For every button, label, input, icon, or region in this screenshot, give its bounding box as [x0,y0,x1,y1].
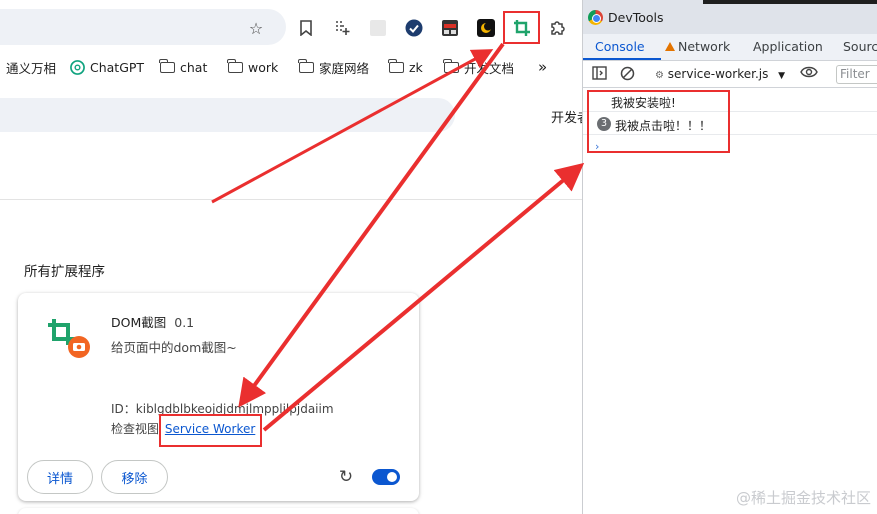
extensions-header: 开发者 [0,82,590,200]
extension-title: DOM截图 0.1 [111,312,194,331]
bookmarks-bar: 通义万相 ChatGPT chat work 家庭网络 zk 开发文档 » [0,52,582,82]
section-title: 所有扩展程序 [24,264,105,280]
warning-icon [665,42,675,51]
eye-icon[interactable] [799,66,819,82]
clear-console-icon[interactable] [619,66,635,82]
bookmark-item-zk[interactable]: zk [388,58,423,76]
inspect-views-label: 检查视图 [111,422,160,436]
devtools-tabs: Console Network Application Sources [583,34,877,61]
devtools-window: DevTools Console Network Application Sou… [582,0,877,514]
bookmark-item-dev-docs[interactable]: 开发文档 [443,58,515,76]
bookmark-icon[interactable] [294,16,318,40]
extension-card: DOM截图 0.1 给页面中的dom截图~ ID：kiblgdblbkeojdjd… [18,293,419,501]
console-toolbar: ⚙ service-worker.js ▼ Filter [583,61,877,88]
folder-icon [443,58,459,73]
chevron-double-icon: » [538,58,548,76]
tab-application[interactable]: Application [753,39,823,54]
context-selector[interactable]: ⚙ service-worker.js ▼ [655,67,785,81]
tab-network-label: Network [678,39,731,54]
annotation-box-console-output [587,90,730,153]
search-extensions-input[interactable] [0,98,455,132]
tab-search-icon[interactable] [330,16,354,40]
console-filter-input[interactable]: Filter [836,65,877,84]
chrome-icon [588,10,603,25]
extension-description: 给页面中的dom截图~ [111,340,237,355]
bookmark-label: work [248,59,279,75]
context-label: service-worker.js [667,67,769,81]
extension-name: DOM截图 [111,315,167,330]
bookmark-item-work[interactable]: work [227,58,279,76]
crop-camera-icon [46,317,94,361]
devtools-titlebar: DevTools [583,0,877,34]
devtools-title: DevTools [608,10,664,25]
reload-icon[interactable]: ↻ [336,467,356,487]
bookmark-item-tongyi[interactable]: 通义万相 [6,58,56,76]
remove-button[interactable]: 移除 [101,460,168,494]
folder-icon [298,58,314,73]
browser-toolbar: ☆ [0,0,582,52]
bookmark-item-chat[interactable]: chat [159,58,208,76]
next-extension-card [18,508,419,514]
sidebar-toggle-icon[interactable] [591,66,607,82]
details-button[interactable]: 详情 [27,460,93,494]
tab-sources[interactable]: Sources [843,39,877,54]
folder-icon [388,58,404,73]
bookmark-label: chat [180,59,208,75]
screenshot-root: ☆ 通义万相 ChatGPT chat work 家庭网络 zk 开发文档 » … [0,0,877,514]
annotation-box-service-worker [159,414,262,447]
moon-extension-icon[interactable] [474,16,498,40]
bookmarks-overflow-button[interactable]: » [538,58,547,76]
bookmark-label: ChatGPT [90,59,145,75]
star-icon[interactable]: ☆ [244,16,268,40]
active-tab-indicator [583,58,661,60]
folder-icon [159,58,175,73]
window-edge [703,0,877,4]
blank-extension-icon[interactable] [366,16,390,40]
bookmark-item-home-network[interactable]: 家庭网络 [298,58,370,76]
bookmark-label: 家庭网络 [319,60,370,76]
extension-id-label: ID： [111,402,136,416]
puzzle-icon[interactable] [546,16,570,40]
bookmark-item-chatgpt[interactable]: ChatGPT [70,58,144,76]
extension-enabled-toggle[interactable] [372,469,400,485]
bookmark-label: 开发文档 [464,60,515,76]
tab-network[interactable]: Network [665,39,730,54]
tab-console[interactable]: Console [595,39,645,54]
annotation-box-toolbar-icon [503,11,540,44]
openai-icon [70,59,85,75]
folder-icon [227,58,243,73]
chevron-down-icon: ▼ [778,71,786,81]
watermark: @稀土掘金技术社区 [735,489,871,507]
extension-version: 0.1 [174,315,195,330]
bookmark-label: 通义万相 [6,60,57,76]
bookmark-label: zk [409,59,423,75]
calendar-extension-icon[interactable] [438,16,462,40]
blue-check-extension-icon[interactable] [402,16,426,40]
gear-icon: ⚙ [655,70,664,81]
